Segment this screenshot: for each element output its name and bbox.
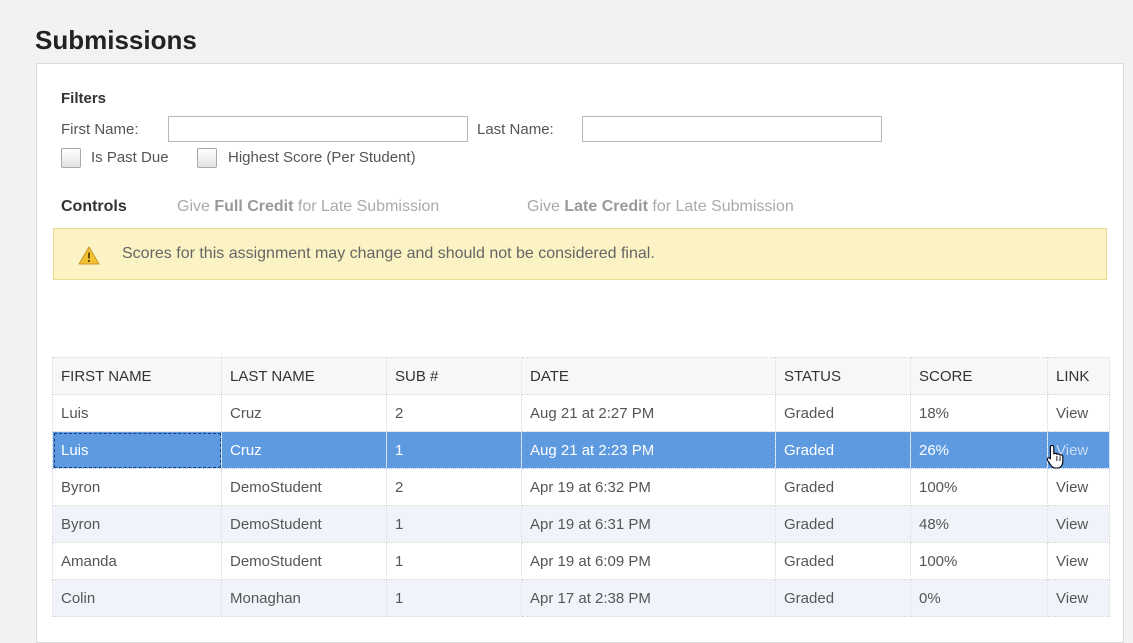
- page-title: Submissions: [35, 25, 197, 55]
- col-score[interactable]: SCORE: [910, 357, 1048, 395]
- table-row[interactable]: Colin Monaghan 1 Apr 17 at 2:38 PM Grade…: [52, 579, 1110, 617]
- view-link[interactable]: View: [1047, 542, 1110, 580]
- cell-sub-number: 1: [386, 579, 522, 617]
- view-link[interactable]: View: [1047, 468, 1110, 506]
- col-link[interactable]: LINK: [1047, 357, 1110, 395]
- alert-text: Scores for this assignment may change an…: [122, 245, 655, 262]
- view-link[interactable]: View: [1047, 394, 1110, 432]
- view-link[interactable]: View: [1047, 505, 1110, 543]
- first-name-input[interactable]: [168, 116, 468, 142]
- cell-last-name: Monaghan: [221, 579, 387, 617]
- cell-status: Graded: [775, 542, 911, 580]
- col-date[interactable]: DATE: [521, 357, 776, 395]
- cell-sub-number: 2: [386, 394, 522, 432]
- cell-first-name: Byron: [52, 468, 222, 506]
- table-row[interactable]: Amanda DemoStudent 1 Apr 19 at 6:09 PM G…: [52, 542, 1110, 580]
- view-link[interactable]: View: [1047, 579, 1110, 617]
- cell-status: Graded: [775, 505, 911, 543]
- cell-sub-number: 1: [386, 505, 522, 543]
- cell-last-name: DemoStudent: [221, 542, 387, 580]
- cell-score: 26%: [910, 431, 1048, 469]
- give-full-credit-link[interactable]: Give Full Credit for Late Submission: [177, 198, 439, 216]
- hand-pointer-icon: [1046, 444, 1064, 469]
- cell-score: 48%: [910, 505, 1048, 543]
- late-credit-bold: Late Credit: [564, 198, 648, 215]
- filters-heading: Filters: [61, 90, 107, 107]
- cell-last-name: Cruz: [221, 431, 387, 469]
- cell-sub-number: 1: [386, 431, 522, 469]
- table-row-selected[interactable]: Luis Cruz 1 Aug 21 at 2:23 PM Graded 26%…: [52, 431, 1110, 469]
- col-first-name[interactable]: FIRST NAME: [52, 357, 222, 395]
- table-row[interactable]: Byron DemoStudent 1 Apr 19 at 6:31 PM Gr…: [52, 505, 1110, 543]
- cell-first-name: Colin: [52, 579, 222, 617]
- cell-date: Apr 19 at 6:32 PM: [521, 468, 776, 506]
- last-name-label: Last Name:: [477, 121, 554, 138]
- cell-first-name: Byron: [52, 505, 222, 543]
- table-header-row: FIRST NAME LAST NAME SUB # DATE STATUS S…: [52, 357, 1110, 395]
- past-due-checkbox[interactable]: [61, 148, 81, 168]
- cell-first-name: Luis: [52, 394, 222, 432]
- col-status[interactable]: STATUS: [775, 357, 911, 395]
- cell-status: Graded: [775, 431, 911, 469]
- cell-sub-number: 1: [386, 542, 522, 580]
- highest-score-label: Highest Score (Per Student): [228, 149, 416, 166]
- cell-first-name: Amanda: [52, 542, 222, 580]
- submissions-table: FIRST NAME LAST NAME SUB # DATE STATUS S…: [52, 357, 1110, 617]
- cell-date: Apr 17 at 2:38 PM: [521, 579, 776, 617]
- cell-status: Graded: [775, 468, 911, 506]
- table-row[interactable]: Byron DemoStudent 2 Apr 19 at 6:32 PM Gr…: [52, 468, 1110, 506]
- cell-score: 100%: [910, 542, 1048, 580]
- give-late-credit-link[interactable]: Give Late Credit for Late Submission: [527, 198, 794, 216]
- cell-first-name: Luis: [52, 431, 222, 469]
- table-row[interactable]: Luis Cruz 2 Aug 21 at 2:27 PM Graded 18%…: [52, 394, 1110, 432]
- cell-date: Apr 19 at 6:31 PM: [521, 505, 776, 543]
- cell-score: 100%: [910, 468, 1048, 506]
- past-due-label: Is Past Due: [91, 149, 169, 166]
- cell-sub-number: 2: [386, 468, 522, 506]
- late-credit-pre: Give: [527, 198, 565, 215]
- cell-last-name: DemoStudent: [221, 505, 387, 543]
- col-sub-number[interactable]: SUB #: [386, 357, 522, 395]
- cell-status: Graded: [775, 394, 911, 432]
- warning-alert: Scores for this assignment may change an…: [53, 228, 1107, 280]
- first-name-label: First Name:: [61, 121, 139, 138]
- col-last-name[interactable]: LAST NAME: [221, 357, 387, 395]
- highest-score-checkbox[interactable]: [197, 148, 217, 168]
- cell-date: Aug 21 at 2:27 PM: [521, 394, 776, 432]
- cell-status: Graded: [775, 579, 911, 617]
- cell-last-name: DemoStudent: [221, 468, 387, 506]
- last-name-input[interactable]: [582, 116, 882, 142]
- cell-date: Aug 21 at 2:23 PM: [521, 431, 776, 469]
- cell-date: Apr 19 at 6:09 PM: [521, 542, 776, 580]
- late-credit-post: for Late Submission: [647, 198, 794, 215]
- submissions-panel: Filters First Name: Last Name: Is Past D…: [36, 63, 1124, 643]
- warning-icon: [78, 246, 100, 265]
- full-credit-pre: Give: [177, 198, 215, 215]
- cell-score: 0%: [910, 579, 1048, 617]
- full-credit-post: for Late Submission: [293, 198, 440, 215]
- full-credit-bold: Full Credit: [214, 198, 294, 215]
- cell-score: 18%: [910, 394, 1048, 432]
- cell-last-name: Cruz: [221, 394, 387, 432]
- controls-heading: Controls: [61, 198, 127, 215]
